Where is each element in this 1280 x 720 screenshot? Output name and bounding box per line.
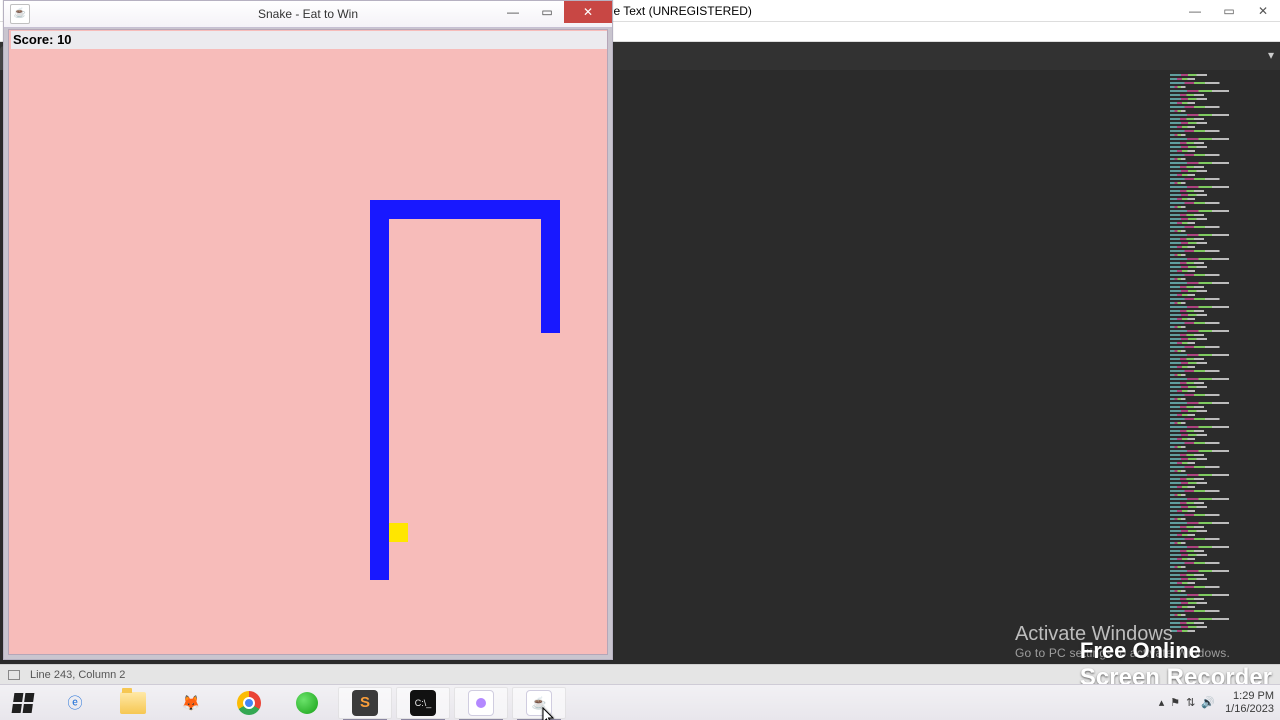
- taskbar-cmd[interactable]: C:\_: [396, 687, 450, 719]
- snake-segment: [370, 238, 389, 257]
- clock-date: 1/16/2023: [1225, 703, 1274, 716]
- system-tray[interactable]: ▴ ⚑ ⇅ 🔊: [1159, 696, 1215, 709]
- food: [389, 523, 408, 542]
- snake-segment: [370, 257, 389, 276]
- ie-icon: ⓔ: [62, 690, 88, 716]
- snake-segment: [446, 200, 465, 219]
- snake-segment: [370, 466, 389, 485]
- snake-segment: [370, 352, 389, 371]
- maximize-button[interactable]: ▭: [1212, 0, 1246, 22]
- snake-segment: [370, 523, 389, 542]
- taskbar-explorer[interactable]: [106, 687, 160, 719]
- snake-titlebar[interactable]: ☕ Snake - Eat to Win — ▭ ✕: [4, 1, 612, 28]
- recorder-icon: [468, 690, 494, 716]
- clock-time: 1:29 PM: [1225, 690, 1274, 703]
- snake-segment: [503, 200, 522, 219]
- snake-segment: [370, 371, 389, 390]
- tray-chevron-icon[interactable]: ▴: [1159, 696, 1165, 709]
- minimap[interactable]: [1170, 74, 1270, 648]
- console-icon[interactable]: [8, 670, 20, 680]
- cmd-icon: C:\_: [410, 690, 436, 716]
- taskbar[interactable]: ⓔ 🦊 S C:\_ ☕ ▴ ⚑ ⇅ 🔊 1:29 PM 1/16/2023: [0, 684, 1280, 720]
- chrome-icon: [236, 690, 262, 716]
- snake-segment: [541, 314, 560, 333]
- snake-title-text: Snake - Eat to Win: [258, 7, 358, 21]
- watermark-line1: Free Online: [1080, 638, 1272, 664]
- snake-segment: [370, 542, 389, 561]
- snake-segment: [370, 200, 389, 219]
- tray-volume-icon[interactable]: 🔊: [1201, 696, 1215, 709]
- snake-segment: [541, 219, 560, 238]
- taskbar-java[interactable]: ☕: [512, 687, 566, 719]
- sublime-icon: S: [352, 690, 378, 716]
- chevron-down-icon[interactable]: ▾: [1268, 48, 1274, 62]
- maximize-button[interactable]: ▭: [530, 1, 564, 23]
- sublime-window-controls: — ▭ ✕: [1178, 0, 1280, 22]
- taskbar-clock[interactable]: 1:29 PM 1/16/2023: [1225, 690, 1274, 716]
- tray-flag-icon[interactable]: ⚑: [1170, 696, 1180, 709]
- snake-segment: [541, 295, 560, 314]
- taskbar-items: ⓔ 🦊 S C:\_ ☕: [46, 685, 568, 720]
- snake-segment: [370, 314, 389, 333]
- snake-segment: [484, 200, 503, 219]
- java-icon: ☕: [10, 4, 30, 24]
- taskbar-green-app[interactable]: [280, 687, 334, 719]
- snake-window-controls: — ▭ ✕: [496, 1, 612, 28]
- windows-logo-icon: [12, 693, 35, 713]
- score-display: Score: 10: [11, 31, 607, 49]
- close-button[interactable]: ✕: [564, 1, 612, 23]
- snake-segment: [389, 200, 408, 219]
- start-button[interactable]: [0, 685, 46, 720]
- taskbar-sublime[interactable]: S: [338, 687, 392, 719]
- snake-segment: [408, 200, 427, 219]
- snake-segment: [370, 276, 389, 295]
- snake-segment: [370, 428, 389, 447]
- snake-segment: [370, 219, 389, 238]
- snake-game-window[interactable]: ☕ Snake - Eat to Win — ▭ ✕ Score: 10: [3, 0, 613, 660]
- cursor-position: Line 243, Column 2: [30, 669, 125, 681]
- snake-segment: [370, 390, 389, 409]
- snake-segment: [465, 200, 484, 219]
- taskbar-firefox[interactable]: 🦊: [164, 687, 218, 719]
- snake-segment: [427, 200, 446, 219]
- taskbar-recorder[interactable]: [454, 687, 508, 719]
- tray-network-icon[interactable]: ⇅: [1186, 696, 1195, 709]
- taskbar-chrome[interactable]: [222, 687, 276, 719]
- snake-segment: [370, 409, 389, 428]
- snake-segment: [370, 504, 389, 523]
- game-board[interactable]: Score: 10: [8, 29, 608, 655]
- snake-segment: [370, 485, 389, 504]
- minimize-button[interactable]: —: [1178, 0, 1212, 22]
- snake-segment: [370, 333, 389, 352]
- firefox-icon: 🦊: [178, 690, 204, 716]
- taskbar-ie[interactable]: ⓔ: [48, 687, 102, 719]
- snake-segment: [541, 200, 560, 219]
- java-app-icon: ☕: [526, 690, 552, 716]
- snake-segment: [370, 561, 389, 580]
- minimize-button[interactable]: —: [496, 1, 530, 23]
- folder-icon: [120, 690, 146, 716]
- snake-segment: [370, 447, 389, 466]
- snake-segment: [541, 257, 560, 276]
- snake-segment: [370, 295, 389, 314]
- close-button[interactable]: ✕: [1246, 0, 1280, 22]
- snake-segment: [522, 200, 541, 219]
- snake-segment: [541, 276, 560, 295]
- snake-segment: [541, 238, 560, 257]
- green-dot-icon: [294, 690, 320, 716]
- system-tray-area[interactable]: ▴ ⚑ ⇅ 🔊 1:29 PM 1/16/2023: [1159, 685, 1280, 720]
